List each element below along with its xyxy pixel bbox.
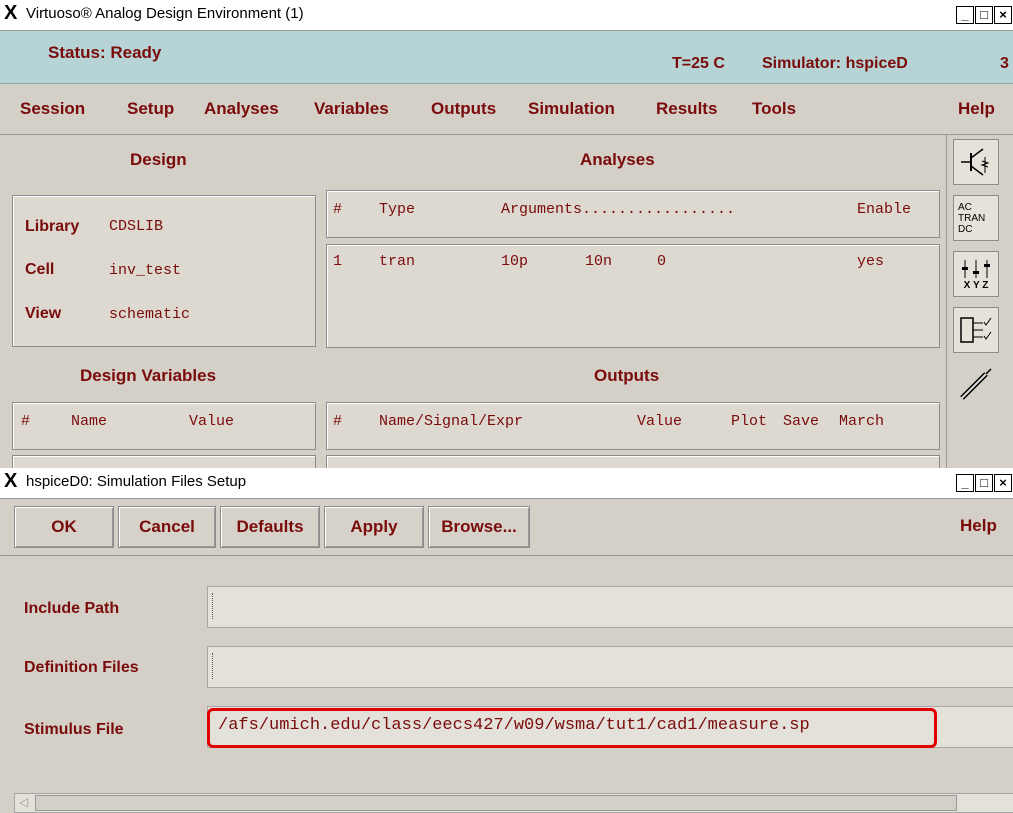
ac-label: AC [958, 201, 972, 213]
cancel-button[interactable]: Cancel [118, 506, 216, 548]
definition-files-label: Definition Files [24, 659, 139, 676]
cell-label: Cell [25, 261, 55, 278]
menu-results[interactable]: Results [656, 99, 717, 119]
outputs-list[interactable] [326, 455, 940, 469]
menu-simulation[interactable]: Simulation [528, 99, 615, 119]
variables-col-name: Name [71, 413, 108, 430]
view-value: schematic [109, 306, 191, 323]
dialog-title: hspiceD0: Simulation Files Setup [26, 473, 247, 490]
analyses-col-type: Type [379, 201, 416, 218]
variables-col-value: Value [189, 413, 235, 430]
dialog-help-button[interactable]: Help [960, 516, 997, 536]
analysis-arg-3: 0 [657, 253, 667, 270]
choose-design-button[interactable] [953, 139, 999, 185]
close-icon[interactable]: × [994, 6, 1012, 24]
menu-analyses[interactable]: Analyses [204, 99, 279, 119]
x-window-icon: X [4, 470, 18, 492]
status-text: Status: Ready [48, 43, 162, 62]
include-path-input[interactable] [207, 586, 1013, 628]
design-heading: Design [130, 150, 187, 169]
library-label: Library [25, 218, 80, 235]
tran-label: TRAN [958, 212, 986, 224]
dialog-button-bar: OK Cancel Defaults Apply Browse... Help [0, 499, 1013, 556]
browse-button[interactable]: Browse... [428, 506, 530, 548]
text-cursor [212, 653, 215, 679]
main-window-title: Virtuoso® Analog Design Environment (1) [26, 5, 304, 22]
variables-col-num: # [21, 413, 31, 430]
setup-outputs-button[interactable] [953, 307, 999, 353]
simulator-text: Simulator: hspiceD [762, 55, 908, 72]
menu-tools[interactable]: Tools [752, 99, 796, 119]
right-toolbar: AC TRAN DC X Y Z [946, 135, 1013, 470]
dc-label: DC [958, 223, 973, 235]
minimize-icon[interactable]: _ [956, 474, 974, 492]
analyses-col-num: # [333, 201, 343, 218]
analysis-num: 1 [333, 253, 343, 270]
design-panel: Library CDSLIB Cell inv_test View schema… [12, 195, 316, 347]
menu-variables[interactable]: Variables [314, 99, 389, 119]
include-path-label: Include Path [24, 600, 120, 617]
outputs-col-save: Save [783, 413, 820, 430]
menu-outputs[interactable]: Outputs [431, 99, 496, 119]
dialog-title-bar[interactable]: X hspiceD0: Simulation Files Setup _ □ × [0, 468, 1013, 499]
stimulus-file-highlight [207, 708, 937, 748]
analysis-enable: yes [857, 253, 885, 270]
ok-button[interactable]: OK [14, 506, 114, 548]
analyses-table-body[interactable]: 1 tran 10p 10n 0 yes [326, 244, 940, 348]
analysis-arg-1: 10p [501, 253, 529, 270]
defaults-button[interactable]: Defaults [220, 506, 320, 548]
outputs-col-name: Name/Signal/Expr [379, 413, 524, 430]
apply-button[interactable]: Apply [324, 506, 424, 548]
horizontal-scrollbar[interactable]: ◁ [14, 793, 1013, 813]
outputs-icon [960, 317, 992, 343]
menu-setup[interactable]: Setup [127, 99, 174, 119]
main-title-bar[interactable]: X Virtuoso® Analog Design Environment (1… [0, 0, 1013, 31]
edit-variables-button[interactable]: X Y Z [953, 251, 999, 297]
scrollbar-thumb[interactable] [35, 795, 957, 811]
minimize-icon[interactable]: _ [956, 6, 974, 24]
temperature-text: T=25 C [672, 55, 725, 72]
probe-button[interactable] [953, 363, 997, 407]
xyz-label: X Y Z [963, 279, 989, 291]
analysis-type: tran [379, 253, 416, 270]
library-value: CDSLIB [109, 218, 164, 235]
sliders-icon [962, 259, 990, 278]
analysis-type-button[interactable]: AC TRAN DC [953, 195, 999, 241]
outputs-col-value: Value [637, 413, 683, 430]
analyses-row[interactable]: 1 tran 10p 10n 0 yes [327, 245, 939, 275]
status-bar: Status: Ready T=25 C Simulator: hspiceD … [0, 31, 1013, 84]
text-cursor [212, 593, 215, 619]
outputs-col-plot: Plot [731, 413, 768, 430]
outputs-col-march: March [839, 413, 885, 430]
view-label: View [25, 305, 62, 322]
maximize-icon[interactable]: □ [975, 6, 993, 24]
scroll-left-icon[interactable]: ◁ [19, 795, 28, 809]
close-icon[interactable]: × [994, 474, 1012, 492]
analyses-col-enable: Enable [857, 201, 912, 218]
maximize-icon[interactable]: □ [975, 474, 993, 492]
menu-bar: Session Setup Analyses Variables Outputs… [0, 84, 1013, 135]
cell-value: inv_test [109, 262, 182, 279]
definition-files-input[interactable] [207, 646, 1013, 688]
design-variables-header: # Name Value [12, 402, 316, 450]
analyses-col-arguments: Arguments................. [501, 201, 736, 218]
analyses-header-row: # Type Arguments................. Enable [326, 190, 940, 238]
outputs-col-num: # [333, 413, 343, 430]
outputs-heading: Outputs [594, 366, 660, 385]
menu-session[interactable]: Session [20, 99, 85, 119]
analysis-arg-2: 10n [585, 253, 613, 270]
analyses-heading: Analyses [580, 150, 655, 169]
design-variables-heading: Design Variables [80, 366, 217, 385]
design-variables-list[interactable] [12, 455, 316, 469]
probe-icon [960, 368, 992, 400]
stimulus-file-label: Stimulus File [24, 721, 124, 738]
x-window-icon: X [4, 2, 18, 24]
files-setup-dialog: X hspiceD0: Simulation Files Setup _ □ ×… [0, 468, 1013, 813]
outputs-header: # Name/Signal/Expr Value Plot Save March [326, 402, 940, 450]
transistor-icon [961, 148, 990, 176]
session-number: 3 [1000, 55, 1009, 72]
menu-help[interactable]: Help [958, 99, 995, 119]
